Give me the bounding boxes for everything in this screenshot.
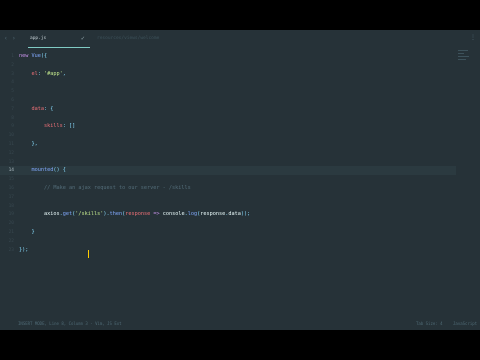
line-number: 5	[11, 89, 14, 95]
code-line[interactable]: 4	[0, 78, 456, 87]
code-token: skills	[19, 123, 63, 130]
code-text: mounted() {	[19, 166, 66, 175]
line-number: 12	[8, 150, 14, 156]
line-number: 7	[11, 106, 14, 112]
line-number: 22	[8, 238, 14, 244]
code-line[interactable]: 19 axios.get('/skills').then(response =>…	[0, 210, 456, 219]
code-token: data	[19, 105, 44, 112]
code-text: // Make an ajax request to our server - …	[19, 184, 191, 193]
code-token: response	[200, 211, 226, 218]
line-number: 8	[11, 115, 14, 121]
code-token: ,	[62, 70, 66, 77]
code-token: ));	[240, 211, 251, 218]
code-text: });	[19, 246, 28, 255]
line-number: 18	[8, 203, 14, 209]
code-token: get	[62, 211, 73, 218]
code-token: : {	[44, 105, 54, 112]
code-token: });	[19, 246, 29, 253]
code-token: el	[19, 70, 38, 77]
code-line[interactable]: 11 },	[0, 140, 456, 149]
code-token: console	[162, 211, 185, 218]
code-line[interactable]: 7 data: {	[0, 105, 456, 114]
code-text: new Vue({	[19, 52, 47, 61]
line-number: 6	[11, 98, 14, 103]
line-number: 1	[11, 54, 14, 59]
code-text: }	[19, 228, 35, 237]
code-token: }	[19, 229, 35, 235]
code-line[interactable]: 15	[0, 175, 456, 184]
line-number: 16	[8, 186, 14, 191]
code-line[interactable]: 10	[0, 131, 456, 140]
code-line[interactable]: 1 new Vue({	[0, 52, 456, 61]
code-token: () {	[53, 167, 66, 174]
code-line[interactable]: 2	[0, 61, 456, 70]
line-number: 10	[8, 133, 14, 139]
code-token: mounted	[19, 167, 54, 174]
code-token: log	[187, 211, 198, 218]
code-line[interactable]: 12	[0, 149, 456, 158]
code-token: then	[109, 211, 123, 218]
code-text: data: {	[19, 105, 53, 114]
code-line[interactable]: 20	[0, 219, 456, 228]
code-token: : []	[62, 123, 76, 130]
line-number: 13	[8, 159, 14, 165]
code-line[interactable]: 21 }	[0, 228, 456, 237]
code-line[interactable]: 16 // Make an ajax request to our server…	[0, 184, 456, 193]
code-line[interactable]: 9 skills: []	[0, 122, 456, 131]
code-line[interactable]: 17	[0, 193, 456, 202]
code-line[interactable]: 22	[0, 237, 456, 246]
code-token: response	[125, 211, 151, 218]
status-bar: INSERT MODE, Line 8, Column 3 - Vim, JS …	[0, 318, 480, 330]
code-area[interactable]: 1 new Vue({2 3 el: '#app', 4 5 6 7 data: {8 9 s…	[0, 30, 456, 320]
more-icon[interactable]: ⋮	[470, 34, 476, 42]
line-number: 17	[8, 194, 14, 200]
code-token: },	[19, 141, 38, 147]
minimap[interactable]	[458, 50, 470, 72]
code-line[interactable]: 3 el: '#app',	[0, 70, 456, 79]
code-token: '/skills'	[75, 211, 104, 218]
code-text: },	[19, 140, 38, 149]
line-number: 20	[8, 221, 14, 227]
code-line[interactable]: 5	[0, 87, 456, 96]
text-cursor	[88, 250, 89, 258]
code-token: new	[19, 53, 32, 59]
code-text: el: '#app',	[19, 70, 66, 79]
code-token: // Make an ajax request to our server - …	[19, 185, 191, 191]
code-line[interactable]: 23});	[0, 246, 456, 255]
line-number: 15	[8, 177, 14, 183]
code-line[interactable]: 18	[0, 202, 456, 211]
code-text: axios.get('/skills').then(response => co…	[19, 210, 250, 219]
editor-window: ‹ › app.js ✓ resources/views/welcome ⋮ 1…	[0, 30, 480, 330]
line-number: 4	[11, 80, 14, 86]
line-number: 2	[11, 62, 14, 68]
line-number: 23	[8, 247, 14, 253]
code-line[interactable]: 13	[0, 158, 456, 167]
line-number: 21	[8, 230, 14, 235]
syntax-indicator[interactable]: JavaScript	[453, 321, 477, 327]
code-token: ({	[40, 53, 48, 59]
code-line[interactable]: 8	[0, 114, 456, 123]
code-token: =>	[150, 211, 163, 218]
line-number: 11	[8, 142, 14, 147]
status-mode: INSERT MODE, Line 8, Column 3 - Vim, JS …	[18, 321, 122, 326]
code-text: skills: []	[19, 122, 75, 131]
line-number: 19	[8, 212, 14, 218]
code-token: axios	[19, 211, 60, 218]
code-token: Vue	[31, 53, 41, 59]
code-line[interactable]: 14 mounted() {	[0, 166, 456, 176]
code-token: data	[228, 211, 241, 218]
code-token: '#app'	[44, 70, 63, 77]
code-line[interactable]: 6	[0, 96, 456, 105]
line-number: 14	[8, 168, 14, 174]
tab-size-indicator[interactable]: Tab Size: 4	[416, 321, 443, 327]
line-number: 9	[11, 124, 14, 130]
line-number: 3	[11, 71, 14, 77]
